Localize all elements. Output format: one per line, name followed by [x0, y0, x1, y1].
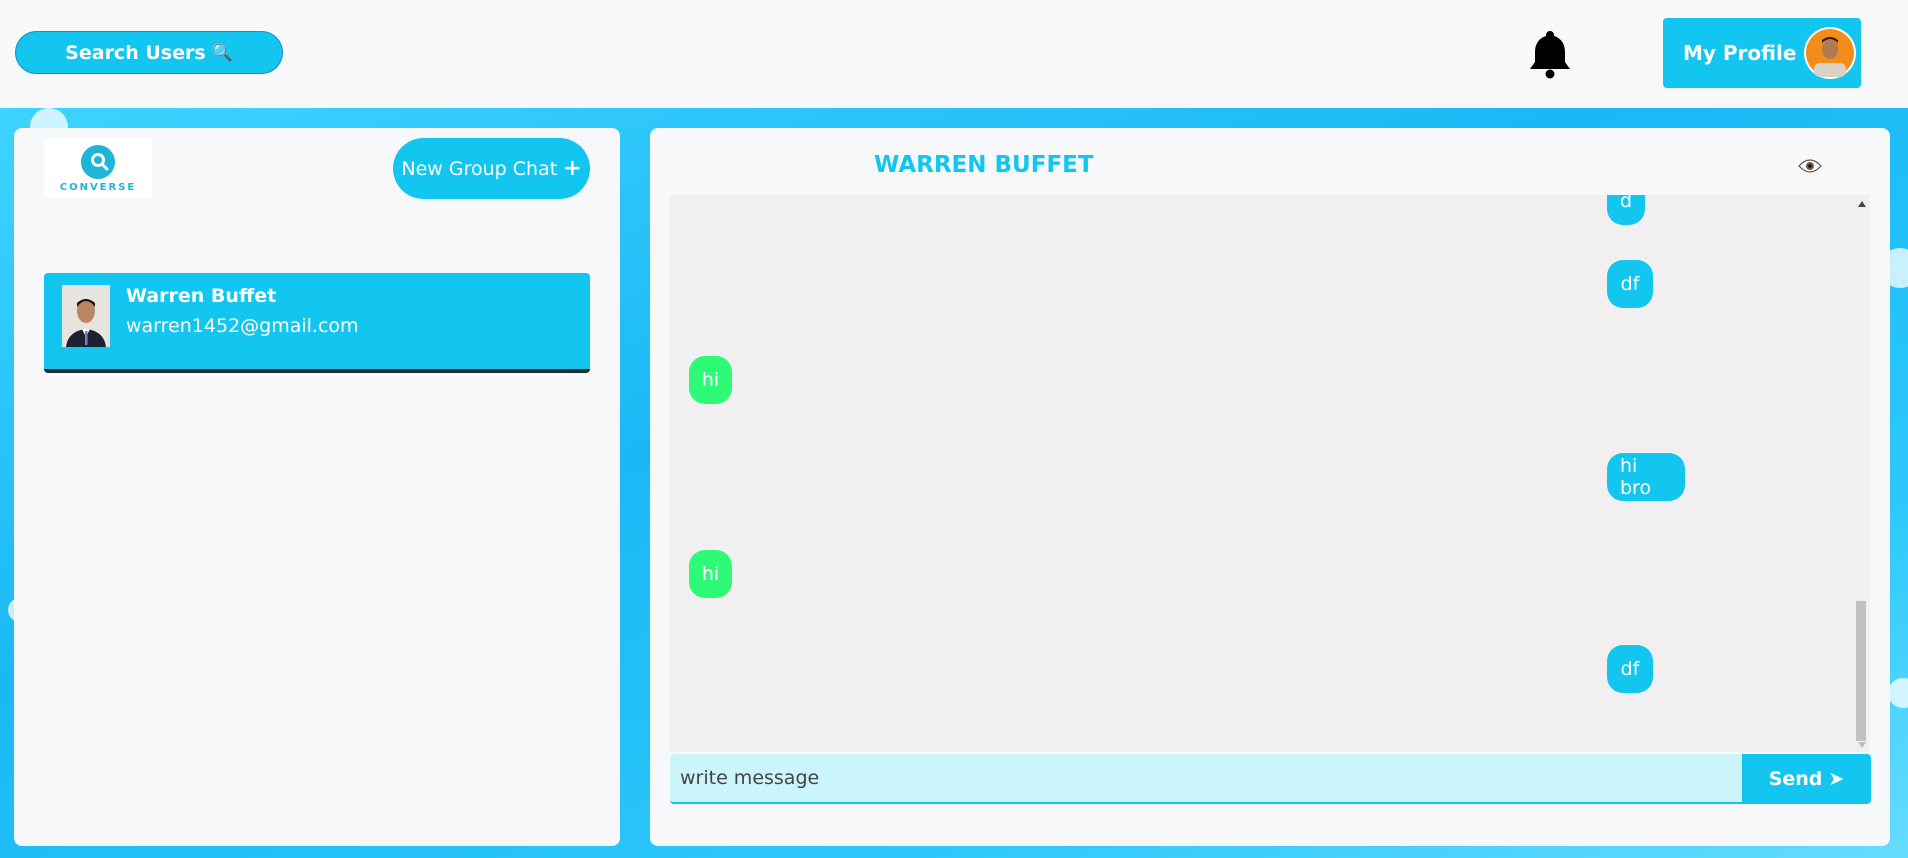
- message-bubble-sent: df: [1607, 645, 1653, 693]
- scroll-up-arrow-icon[interactable]: [1858, 201, 1866, 207]
- message-composer: Send ➤: [670, 754, 1871, 804]
- message-text: d: [1619, 195, 1633, 212]
- message-bubble-sent: df: [1607, 260, 1653, 308]
- chat-list-panel: CONVERSE New Group Chat + Warren Buffet …: [14, 128, 620, 846]
- plus-icon: +: [563, 156, 582, 181]
- logo-text: CONVERSE: [59, 181, 137, 193]
- contact-name: Warren Buffet: [126, 285, 277, 307]
- message-bubble-received: hi: [689, 356, 732, 404]
- message-text: hi bro: [1620, 455, 1652, 499]
- contact-avatar: [62, 285, 110, 347]
- message-bubble-received: hi: [689, 550, 732, 598]
- message-text: hi: [701, 369, 720, 391]
- message-list[interactable]: d df hi hi bro hi df: [670, 195, 1870, 752]
- scrollbar-thumb[interactable]: [1856, 601, 1866, 741]
- new-group-chat-label: New Group Chat: [401, 157, 558, 180]
- scroll-down-arrow-icon[interactable]: [1858, 742, 1866, 748]
- chat-panel: WARREN BUFFET d df hi hi bro hi df write…: [650, 128, 1890, 846]
- message-text: df: [1620, 273, 1640, 295]
- send-label: Send: [1768, 768, 1823, 790]
- eye-icon[interactable]: [1798, 158, 1822, 174]
- search-users-button[interactable]: Search Users 🔍: [15, 31, 283, 74]
- message-input[interactable]: [670, 754, 1742, 804]
- my-profile-label: My Profile: [1683, 41, 1797, 65]
- new-group-chat-button[interactable]: New Group Chat +: [393, 138, 590, 199]
- background-decoration: [1888, 678, 1908, 708]
- send-button[interactable]: Send ➤: [1742, 754, 1871, 804]
- chat-title: WARREN BUFFET: [874, 152, 1094, 178]
- bell-icon[interactable]: [1528, 29, 1572, 79]
- message-text: hi: [701, 563, 720, 585]
- logo-icon: [81, 144, 115, 179]
- converse-logo: CONVERSE: [44, 138, 152, 198]
- send-arrow-icon: ➤: [1828, 768, 1845, 790]
- message-text: df: [1620, 658, 1640, 680]
- message-scrollbar[interactable]: [1852, 195, 1870, 752]
- search-icon: 🔍: [211, 42, 233, 63]
- search-users-label: Search Users: [65, 41, 206, 64]
- avatar: [1804, 27, 1857, 79]
- contact-email: warren1452@gmail.com: [126, 315, 359, 337]
- my-profile-button[interactable]: My Profile: [1663, 18, 1861, 88]
- chat-list-item[interactable]: Warren Buffet warren1452@gmail.com: [44, 273, 590, 373]
- message-bubble-sent: d: [1607, 195, 1645, 225]
- top-bar: Search Users 🔍 My Profile: [0, 0, 1908, 108]
- message-bubble-sent: hi bro: [1607, 453, 1685, 501]
